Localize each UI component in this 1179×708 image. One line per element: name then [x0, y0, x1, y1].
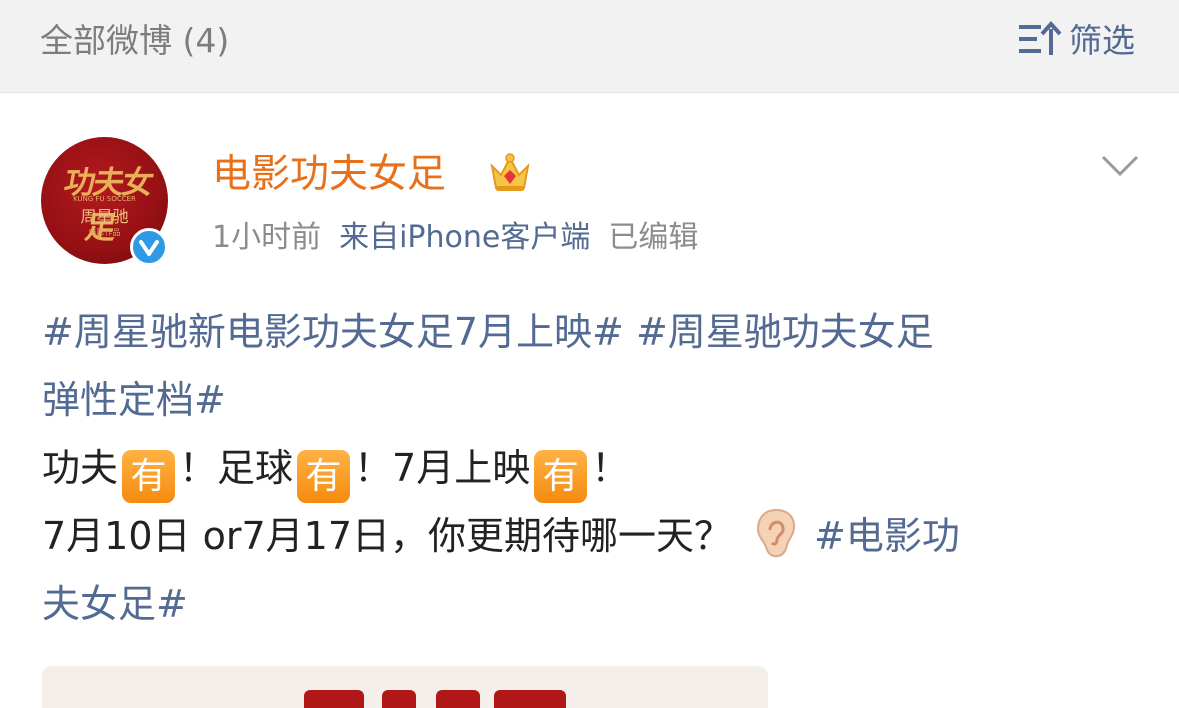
you-emoji-icon: 有	[122, 450, 176, 503]
text-july-release: ！7月上映	[354, 446, 531, 490]
poster-brush-stroke	[436, 690, 480, 708]
text-football: ！足球	[179, 446, 294, 490]
all-posts-title: 全部微博 (4)	[40, 21, 230, 60]
poster-brush-stroke	[382, 690, 416, 708]
poster-brush-stroke	[304, 690, 364, 708]
topic-tag-1[interactable]: #周星驰新电影功夫女足7月上映#	[42, 310, 624, 354]
text-kungfu: 功夫	[42, 446, 119, 490]
post-body: #周星驰新电影功夫女足7月上映# #周星驰功夫女足 弹性定档# 功夫有！足球有！…	[42, 298, 1152, 638]
ear-emoji-icon	[754, 507, 798, 559]
avatar-director: 周星驰	[80, 207, 129, 226]
author-name[interactable]: 电影功夫女足	[212, 148, 446, 202]
post-time: 1小时前	[212, 220, 322, 255]
avatar-logo-en: KUNG FU SOCCER	[73, 195, 136, 203]
chevron-down-icon[interactable]	[1100, 152, 1140, 180]
topic-tag-3-cont[interactable]: 夫女足#	[42, 582, 188, 626]
post-edited: 已编辑	[608, 220, 699, 255]
post-line-3: 功夫有！足球有！7月上映有！	[42, 434, 1152, 503]
post-image[interactable]	[42, 666, 768, 708]
filter-button[interactable]: 筛选	[1017, 18, 1135, 64]
filter-label: 筛选	[1069, 21, 1135, 60]
you-emoji-icon: 有	[534, 450, 588, 503]
top-bar: 全部微博 (4) 筛选	[0, 0, 1179, 93]
post-line-2: 弹性定档#	[42, 366, 1152, 434]
post-line-4: 7月10日 or7月17日，你更期待哪一天？ #电影功	[42, 502, 1152, 570]
post-line-1: #周星驰新电影功夫女足7月上映# #周星驰功夫女足	[42, 298, 1152, 366]
topic-tag-2[interactable]: #周星驰功夫女足	[636, 310, 934, 354]
poster-brush-stroke	[494, 690, 566, 708]
post-meta: 1小时前 来自iPhone客户端 已编辑	[212, 216, 698, 260]
topic-tag-3[interactable]: #电影功	[814, 514, 960, 558]
you-emoji-icon: 有	[297, 450, 351, 503]
crown-icon	[488, 152, 532, 196]
text-exclaim: ！	[591, 446, 630, 490]
post-source[interactable]: 来自iPhone客户端	[339, 220, 590, 255]
post-line-5: 夫女足#	[42, 570, 1152, 638]
verified-check-icon	[130, 228, 168, 266]
text-dates-question: 7月10日 or7月17日，你更期待哪一天？	[42, 514, 733, 558]
sort-filter-icon	[1017, 19, 1063, 63]
topic-tag-2-cont[interactable]: 弹性定档#	[42, 378, 226, 422]
